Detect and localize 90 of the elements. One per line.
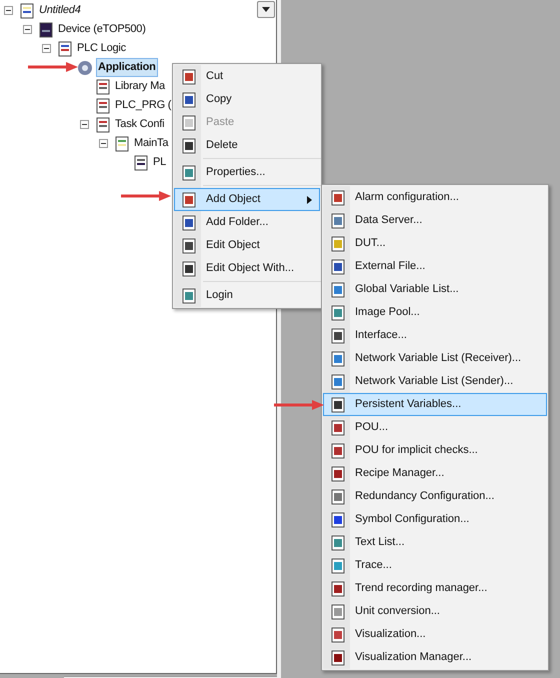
menu-item[interactable]: Login bbox=[174, 284, 320, 307]
menu-item-icon bbox=[330, 350, 346, 366]
menu-item[interactable]: External File... bbox=[323, 255, 547, 278]
menu-item[interactable]: Edit Object bbox=[174, 234, 320, 257]
tree-node-icon bbox=[38, 22, 54, 38]
menu-item-icon bbox=[330, 604, 346, 620]
menu-item-icon bbox=[330, 512, 346, 528]
menu-item[interactable]: Text List... bbox=[323, 531, 547, 554]
tree-node-icon bbox=[95, 116, 111, 132]
tree-node-icon bbox=[19, 2, 35, 18]
tree-item[interactable]: Application bbox=[96, 58, 158, 77]
tree-node-icon bbox=[57, 40, 73, 56]
menu-item-icon bbox=[330, 374, 346, 390]
menu-item[interactable]: Cut bbox=[174, 65, 320, 88]
menu-item-icon bbox=[330, 304, 346, 320]
menu-item[interactable]: Visualization Manager... bbox=[323, 646, 547, 669]
menu-item[interactable]: Unit conversion... bbox=[323, 600, 547, 623]
menu-item[interactable]: Persistent Variables... bbox=[323, 393, 547, 416]
menu-item-icon bbox=[181, 114, 197, 130]
menu-item-icon bbox=[330, 212, 346, 228]
menu-item[interactable]: Network Variable List (Sender)... bbox=[323, 370, 547, 393]
menu-item-icon bbox=[181, 68, 197, 84]
menu-item[interactable]: Image Pool... bbox=[323, 301, 547, 324]
tree-node-icon bbox=[95, 78, 111, 94]
menu-item-icon bbox=[330, 190, 346, 206]
pointer-arrow bbox=[274, 400, 324, 410]
menu-item-icon bbox=[181, 92, 197, 108]
gear-icon bbox=[76, 58, 94, 76]
menu-item[interactable]: Delete bbox=[174, 134, 320, 157]
menu-item[interactable]: Redundancy Configuration... bbox=[323, 485, 547, 508]
menu-item-icon bbox=[330, 442, 346, 458]
menu-item-icon bbox=[181, 238, 197, 254]
menu-item[interactable]: Copy bbox=[174, 88, 320, 111]
tree-item[interactable]: Untitled4 bbox=[37, 1, 83, 20]
menu-item-icon bbox=[330, 466, 346, 482]
menu-item[interactable]: Trace... bbox=[323, 554, 547, 577]
menu-item-icon bbox=[181, 288, 197, 304]
menu-item-icon bbox=[181, 138, 197, 154]
tree-item[interactable]: Library Ma bbox=[113, 77, 167, 96]
pointer-arrow bbox=[28, 62, 78, 72]
collapse-toggle[interactable] bbox=[99, 139, 108, 148]
menu-item-icon bbox=[181, 260, 197, 276]
collapse-toggle[interactable] bbox=[80, 120, 89, 129]
menu-item[interactable]: Data Server... bbox=[323, 209, 547, 232]
menu-item[interactable]: Visualization... bbox=[323, 623, 547, 646]
menu-item-icon bbox=[330, 328, 346, 344]
tree-item[interactable]: PL bbox=[151, 153, 168, 172]
menu-item-icon bbox=[181, 214, 197, 230]
collapse-toggle[interactable] bbox=[23, 25, 32, 34]
menu-item[interactable]: Interface... bbox=[323, 324, 547, 347]
tree-node-icon bbox=[114, 136, 130, 152]
menu-item-icon bbox=[330, 258, 346, 274]
menu-item[interactable]: Network Variable List (Receiver)... bbox=[323, 347, 547, 370]
tree-node-icon bbox=[133, 154, 149, 170]
tree-item[interactable]: Device (eTOP500) bbox=[56, 20, 148, 39]
tree-item[interactable]: PLC_PRG ( bbox=[113, 96, 174, 115]
menu-item-icon bbox=[330, 420, 346, 436]
menu-item[interactable]: Add Object bbox=[174, 188, 320, 211]
menu-item[interactable]: Alarm configuration... bbox=[323, 186, 547, 209]
collapse-toggle[interactable] bbox=[42, 44, 51, 53]
menu-item-icon bbox=[330, 236, 346, 252]
menu-item[interactable]: Recipe Manager... bbox=[323, 462, 547, 485]
tree-item[interactable]: PLC Logic bbox=[75, 39, 128, 58]
tree-item[interactable]: Task Confi bbox=[113, 115, 166, 134]
menu-item-icon bbox=[330, 488, 346, 504]
menu-item[interactable]: Global Variable List... bbox=[323, 278, 547, 301]
menu-item[interactable]: Edit Object With... bbox=[174, 257, 320, 280]
menu-item[interactable]: Properties... bbox=[174, 161, 320, 184]
menu-item[interactable]: Trend recording manager... bbox=[323, 577, 547, 600]
menu-item[interactable]: POU for implicit checks... bbox=[323, 439, 547, 462]
menu-item[interactable]: DUT... bbox=[323, 232, 547, 255]
menu-item[interactable]: Symbol Configuration... bbox=[323, 508, 547, 531]
menu-item-icon bbox=[330, 650, 346, 666]
caret-icon bbox=[262, 7, 270, 12]
menu-item-icon bbox=[330, 282, 346, 298]
menu-item[interactable]: Add Folder... bbox=[174, 211, 320, 234]
menu-item-icon bbox=[330, 396, 346, 412]
menu-item-icon bbox=[330, 534, 346, 550]
menu-item-icon bbox=[330, 626, 346, 642]
menu-item[interactable]: POU... bbox=[323, 416, 547, 439]
menu-item-icon bbox=[181, 164, 197, 180]
dropdown-button[interactable] bbox=[257, 1, 275, 18]
tree-node-icon bbox=[95, 98, 111, 114]
menu-item-icon bbox=[330, 558, 346, 574]
menu-item-icon bbox=[330, 580, 346, 596]
pointer-arrow bbox=[121, 191, 171, 201]
collapse-toggle[interactable] bbox=[4, 6, 13, 15]
menu-item-icon bbox=[181, 192, 197, 208]
submenu-caret-icon bbox=[307, 196, 312, 204]
tree-item[interactable]: MainTa bbox=[132, 134, 170, 153]
